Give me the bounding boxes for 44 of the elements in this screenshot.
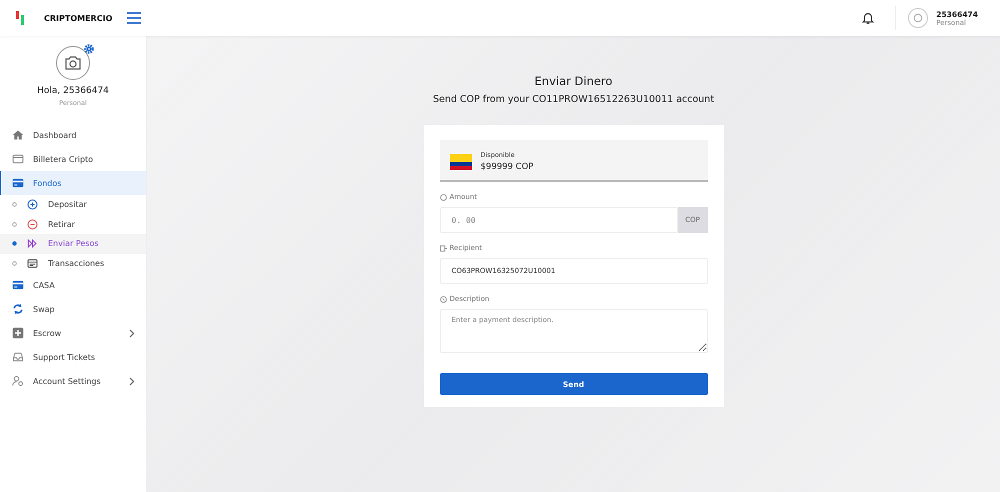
nav-item[interactable]: Swap (0, 297, 146, 321)
settings-icon[interactable] (84, 44, 94, 54)
user-settings-icon (12, 375, 24, 387)
bullet-icon (12, 202, 17, 208)
double-chevron-icon (27, 238, 38, 250)
nav-item[interactable]: Escrow (0, 321, 146, 345)
chevron-right-icon (129, 328, 135, 338)
nav-subitem[interactable]: Transacciones (0, 254, 146, 273)
plus-square-icon (12, 327, 24, 339)
nav-item[interactable]: Billetera Cripto (0, 147, 146, 171)
page-title: Enviar Dinero (534, 74, 612, 88)
page-subtitle: Send COP from your CO11PROW16512263U10011 account (432, 94, 714, 105)
nav-item[interactable]: Support Tickets (0, 345, 146, 369)
flag-icon (450, 154, 472, 170)
nav-item[interactable]: CASA (0, 273, 146, 297)
greeting: Hola, 25366474 (37, 86, 109, 96)
bullet-icon (12, 241, 17, 246)
nav-subitem[interactable]: Depositar (0, 195, 146, 214)
refresh-icon (12, 303, 24, 315)
nav-item[interactable]: Account Settings (0, 369, 146, 393)
nav-item[interactable]: Dashboard (0, 123, 146, 147)
list-icon (27, 258, 38, 269)
nav-item[interactable]: Fondos (0, 171, 146, 195)
bullet-icon (12, 222, 17, 227)
plus-circle-icon (27, 199, 38, 210)
send-icon (440, 244, 446, 252)
camera-icon (64, 55, 82, 71)
card-icon (12, 177, 24, 189)
home-icon (12, 129, 24, 141)
card-icon (12, 279, 24, 291)
note-icon (440, 296, 446, 302)
nav-subitem[interactable]: Enviar Pesos (0, 234, 146, 254)
logo-icon (16, 11, 26, 25)
minus-circle-icon (27, 218, 38, 230)
balance-amount: $99999 COP (480, 162, 534, 172)
amount-field[interactable]: 0. 00 (440, 207, 678, 233)
wallet-icon (12, 153, 24, 165)
inbox-icon (12, 351, 24, 363)
chevron-right-icon (129, 376, 135, 386)
nav-subitem[interactable]: Retirar (0, 214, 146, 234)
bullet-icon (12, 260, 17, 266)
menu-button[interactable] (127, 12, 142, 24)
brand-name: CRIPTOMERCIO (44, 14, 112, 22)
notifications-icon[interactable] (861, 11, 876, 25)
